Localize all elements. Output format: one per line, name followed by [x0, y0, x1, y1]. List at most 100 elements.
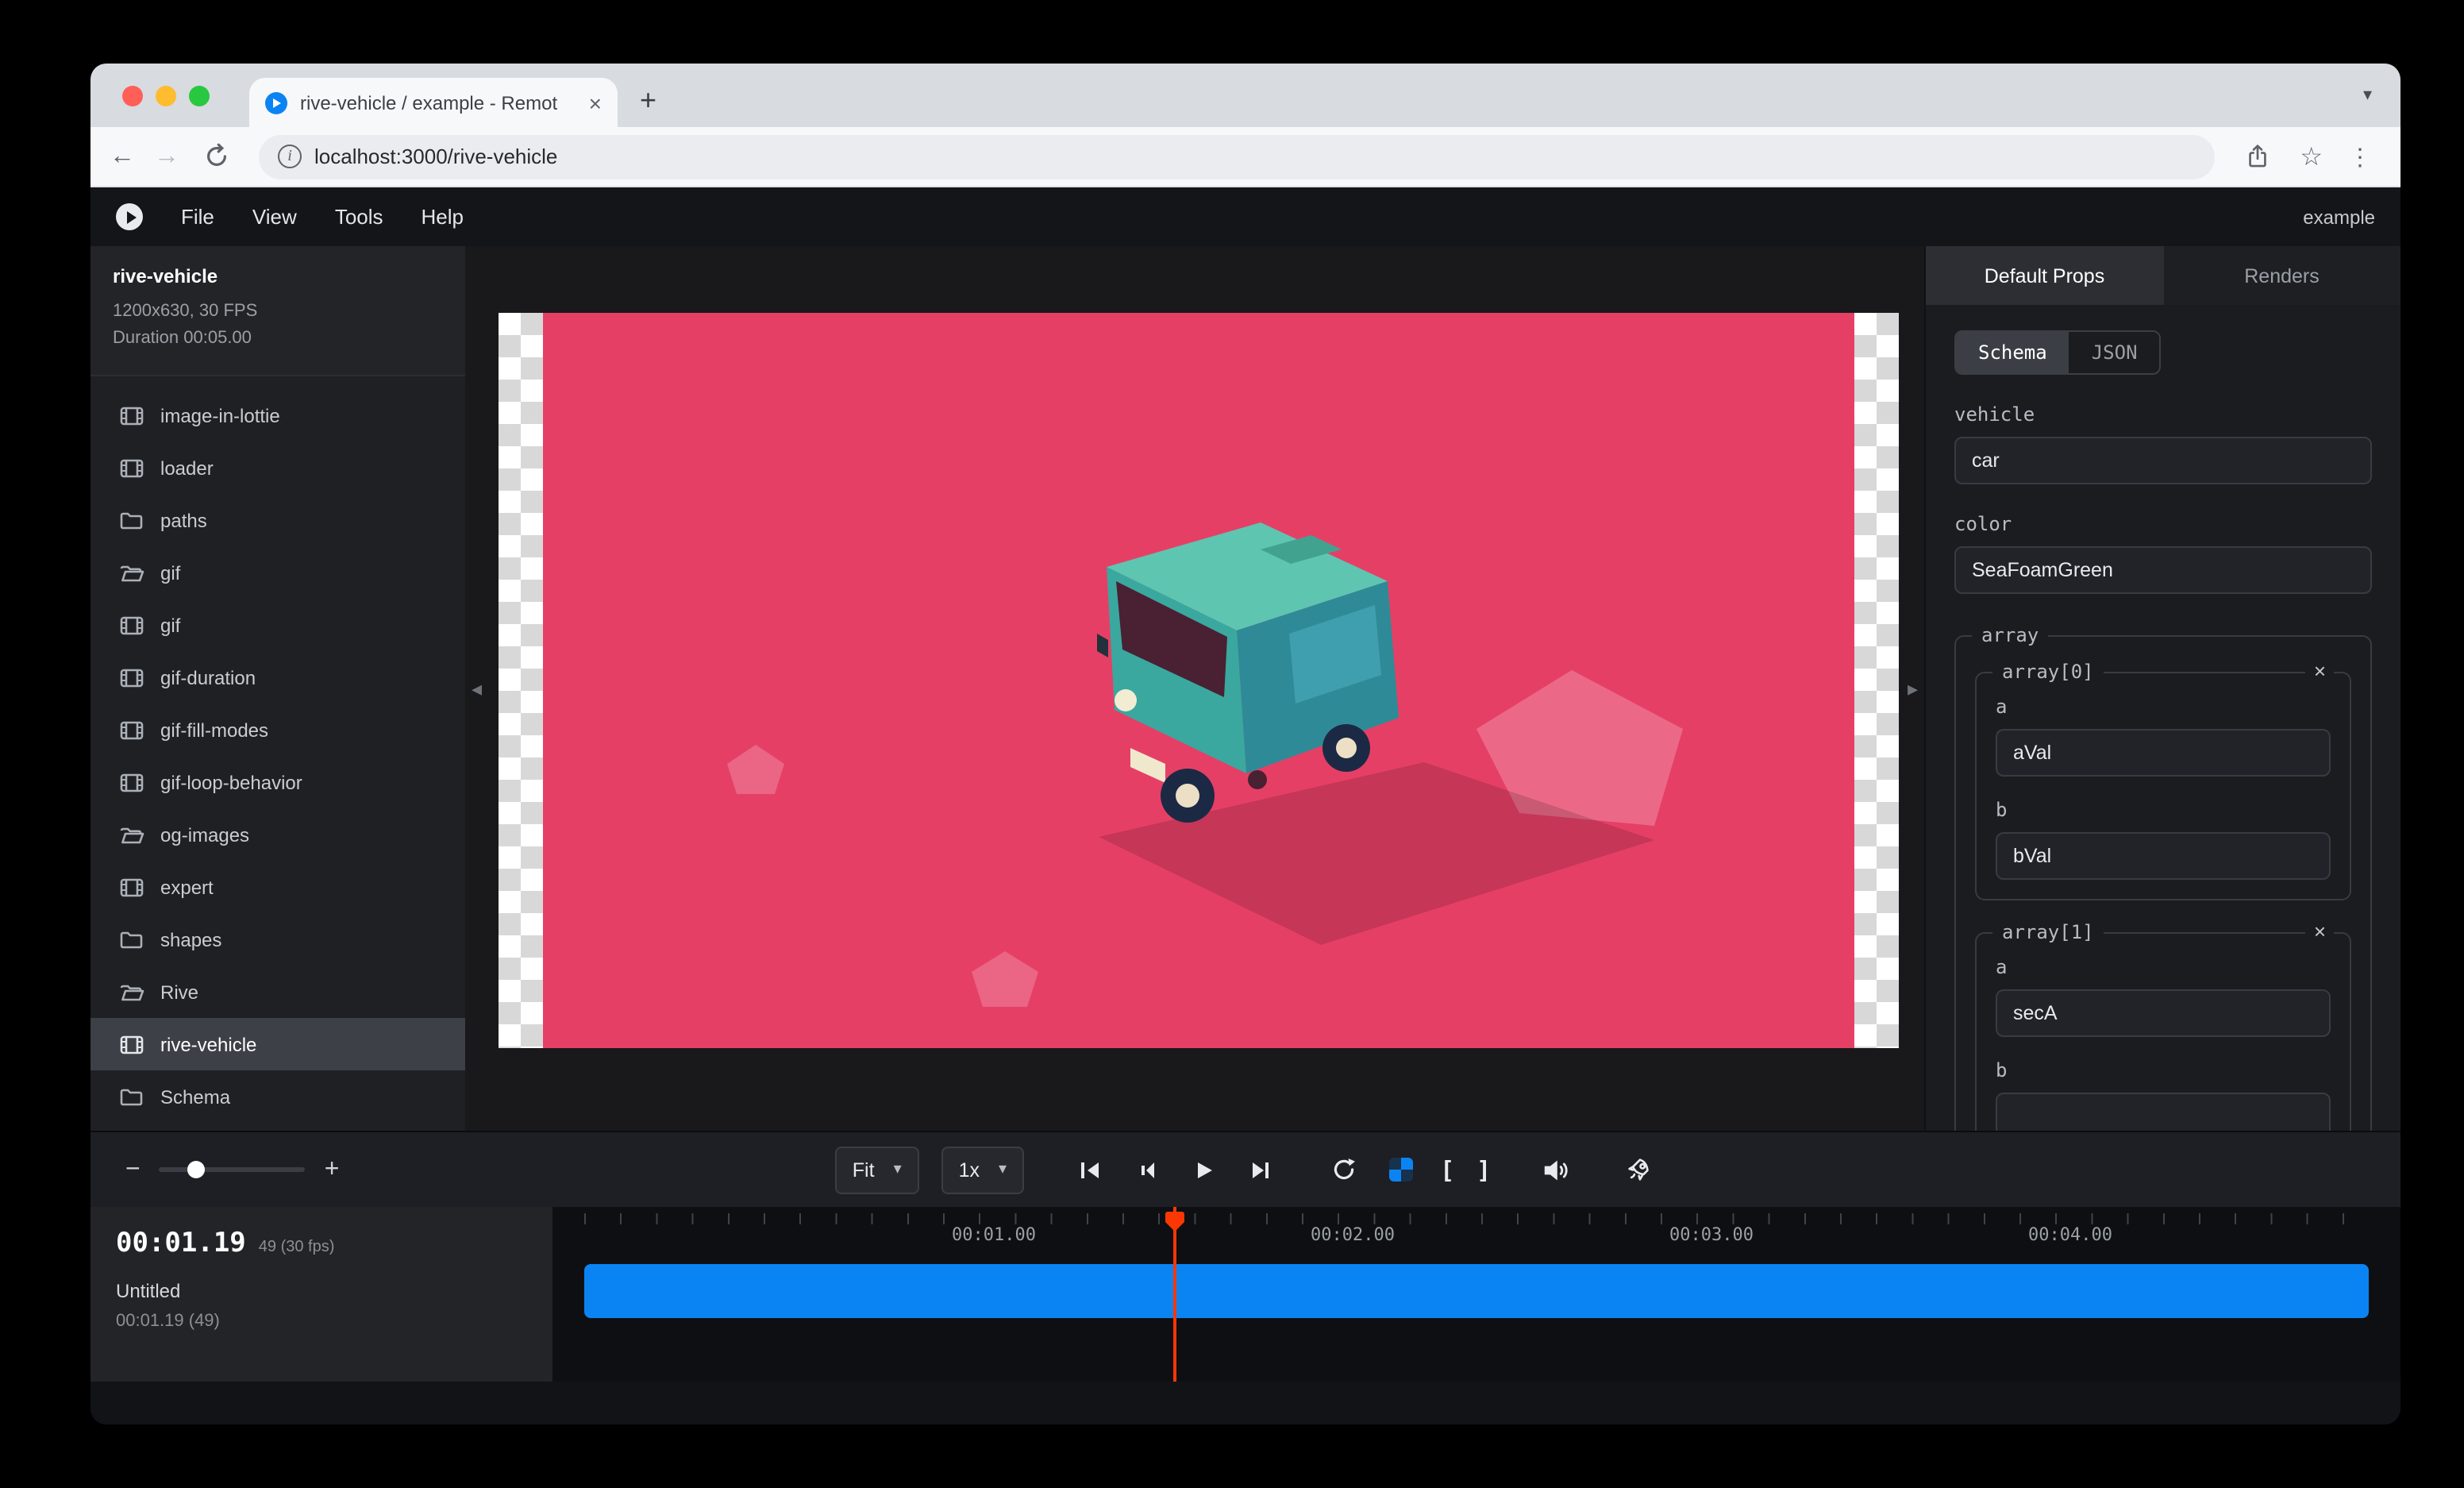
sidebar-item-label: Schema — [160, 1085, 230, 1108]
vehicle-field[interactable] — [1954, 437, 2372, 484]
collapse-props-handle[interactable]: ▸ — [1908, 676, 1918, 701]
forward-button[interactable]: → — [154, 144, 179, 169]
folder-icon — [119, 1084, 144, 1109]
render-rocket-button[interactable] — [1621, 1152, 1656, 1187]
set-in-point-button[interactable]: [ — [1440, 1155, 1454, 1184]
set-out-point-button[interactable]: ] — [1476, 1155, 1491, 1184]
menu-help[interactable]: Help — [422, 205, 464, 229]
zoom-slider-knob[interactable] — [188, 1161, 206, 1178]
tab-renders[interactable]: Renders — [2163, 246, 2400, 305]
loop-toggle-icon[interactable] — [1326, 1152, 1361, 1187]
bookmark-star-icon[interactable]: ☆ — [2300, 141, 2323, 172]
minimize-window-button[interactable] — [156, 86, 176, 106]
remove-array-item-icon[interactable]: × — [2306, 919, 2334, 944]
sidebar-item-paths[interactable]: paths — [90, 494, 465, 546]
preview-area: ◂ ▸ — [465, 246, 1924, 1131]
transparency-checker-right — [1854, 313, 1899, 1048]
collapse-sidebar-handle[interactable]: ◂ — [472, 676, 482, 701]
sidebar-item-gif-loop-behavior[interactable]: gif-loop-behavior — [90, 756, 465, 808]
jump-to-start-button[interactable] — [1072, 1152, 1107, 1187]
sidebar-item-label: gif-loop-behavior — [160, 771, 302, 793]
sidebar-item-label: expert — [160, 876, 214, 898]
menu-tools[interactable]: Tools — [335, 205, 383, 229]
array-1-a-field[interactable] — [1996, 989, 2331, 1037]
time-display-row: 00:01.19 49 (30 fps) — [116, 1228, 527, 1259]
tab-schema[interactable]: Schema — [1956, 332, 2069, 373]
sidebar-item-gif[interactable]: gif — [90, 599, 465, 651]
fit-select[interactable]: Fit ▾ — [835, 1146, 919, 1193]
remotion-logo — [116, 203, 143, 230]
transparency-toggle-icon[interactable] — [1383, 1152, 1418, 1187]
sidebar-item-rive-vehicle[interactable]: rive-vehicle — [90, 1018, 465, 1070]
timeline-info-panel: 00:01.19 49 (30 fps) Untitled 00:01.19 (… — [90, 1207, 552, 1382]
playback-speed-select[interactable]: 1x ▾ — [941, 1146, 1024, 1193]
back-button[interactable]: ← — [110, 144, 135, 169]
sidebar-item-gif-folder[interactable]: gif — [90, 546, 465, 599]
browser-window: rive-vehicle / example - Remot × + ▾ ← →… — [90, 64, 2400, 1424]
playhead-marker[interactable] — [1164, 1210, 1186, 1234]
sidebar-item-image-in-lottie[interactable]: image-in-lottie — [90, 389, 465, 441]
timeline-track-bar[interactable] — [584, 1264, 2369, 1318]
tab-json[interactable]: JSON — [2069, 332, 2160, 373]
array-1-b-field[interactable] — [1996, 1093, 2331, 1131]
timeline-tracks[interactable]: 00:01.00 00:02.00 00:03.00 00:04.00 — [552, 1207, 2400, 1382]
sidebar-item-shapes[interactable]: shapes — [90, 913, 465, 966]
sidebar-item-label: loader — [160, 457, 214, 479]
sidebar-item-og-images[interactable]: og-images — [90, 808, 465, 861]
transport-controls: Fit ▾ 1x ▾ — [835, 1146, 1656, 1193]
remove-array-item-icon[interactable]: × — [2306, 659, 2334, 684]
color-field[interactable] — [1954, 546, 2372, 594]
url-bar[interactable]: i localhost:3000/rive-vehicle — [259, 134, 2214, 179]
jump-to-end-button[interactable] — [1243, 1152, 1278, 1187]
volume-button[interactable] — [1538, 1152, 1573, 1187]
sidebar-item-schema[interactable]: Schema — [90, 1070, 465, 1123]
film-icon — [119, 665, 144, 690]
previous-frame-button[interactable] — [1129, 1152, 1164, 1187]
array-item-1-label: array[1] — [1992, 921, 2104, 943]
film-icon — [119, 455, 144, 480]
sidebar-item-expert[interactable]: expert — [90, 861, 465, 913]
sidebar-item-rive[interactable]: Rive — [90, 966, 465, 1018]
project-name: example — [2303, 206, 2375, 228]
tab-title: rive-vehicle / example - Remot — [300, 91, 576, 114]
sidebar-item-loader[interactable]: loader — [90, 441, 465, 494]
zoom-out-button[interactable]: − — [125, 1155, 141, 1184]
schema-json-switch: Schema JSON — [1954, 330, 2162, 375]
play-button[interactable] — [1186, 1152, 1221, 1187]
close-tab-icon[interactable]: × — [589, 91, 602, 114]
props-body: Schema JSON vehicle color array array[0]… — [1926, 305, 2400, 1131]
folder-open-icon — [119, 979, 144, 1004]
playback-speed-value: 1x — [959, 1158, 980, 1181]
menu-file[interactable]: File — [181, 205, 214, 229]
zoom-slider[interactable] — [160, 1167, 306, 1172]
sidebar-item-gif-duration[interactable]: gif-duration — [90, 651, 465, 704]
site-info-icon[interactable]: i — [278, 145, 302, 168]
tab-strip: rive-vehicle / example - Remot × + ▾ — [90, 64, 2400, 127]
traffic-lights — [122, 86, 210, 106]
track-name: Untitled — [116, 1280, 527, 1302]
tab-search-chevron-icon[interactable]: ▾ — [2363, 84, 2372, 105]
browser-menu-icon[interactable]: ⋮ — [2348, 142, 2372, 171]
browser-tab[interactable]: rive-vehicle / example - Remot × — [249, 78, 618, 127]
sidebar-item-label: gif-duration — [160, 666, 256, 688]
project-resolution: 1200x630, 30 FPS — [113, 299, 443, 326]
transparency-checker-left — [499, 313, 543, 1048]
film-icon — [119, 874, 144, 900]
array-0-b-field[interactable] — [1996, 832, 2331, 880]
ruler-ticks[interactable] — [584, 1213, 2369, 1224]
reload-button[interactable] — [198, 139, 233, 174]
new-tab-button[interactable]: + — [640, 86, 656, 114]
array-0-a-field[interactable] — [1996, 729, 2331, 777]
screen: rive-vehicle / example - Remot × + ▾ ← →… — [0, 0, 2464, 1488]
zoom-in-button[interactable]: + — [325, 1155, 340, 1184]
zoom-window-button[interactable] — [189, 86, 210, 106]
main-area: rive-vehicle 1200x630, 30 FPS Duration 0… — [90, 246, 2400, 1131]
close-window-button[interactable] — [122, 86, 143, 106]
sidebar-item-label: og-images — [160, 823, 249, 846]
tab-default-props[interactable]: Default Props — [1926, 246, 2163, 305]
share-icon[interactable] — [2239, 139, 2274, 174]
props-tabs: Default Props Renders — [1926, 246, 2400, 305]
menu-view[interactable]: View — [252, 205, 297, 229]
sidebar-item-gif-fill-modes[interactable]: gif-fill-modes — [90, 704, 465, 756]
current-time: 00:01.19 — [116, 1228, 246, 1259]
